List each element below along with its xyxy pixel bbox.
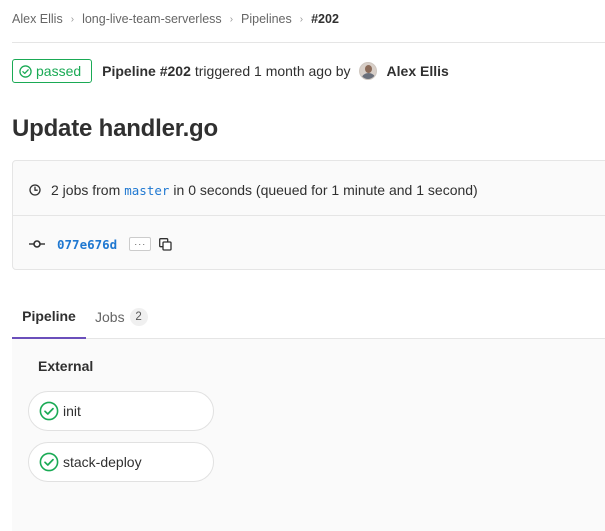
jobs-prefix: 2 jobs from [51,182,121,198]
divider [12,42,605,43]
divider [13,215,605,216]
check-circle-icon [39,452,59,472]
branch-link[interactable]: master [124,183,169,198]
chevron-right-icon: › [229,13,234,25]
tab-jobs[interactable]: Jobs 2 [95,294,148,339]
breadcrumb: Alex Ellis › long-live-team-serverless ›… [12,11,339,27]
job-name: init [63,403,81,419]
jobs-suffix: in 0 seconds (queued for 1 minute and 1 … [173,182,478,198]
breadcrumb-user[interactable]: Alex Ellis [12,12,63,26]
author-link[interactable]: Alex Ellis [387,63,449,79]
pipeline-header: passed Pipeline #202 triggered 1 month a… [12,59,449,83]
commit-icon [29,240,45,248]
avatar[interactable] [358,62,377,80]
clock-icon [29,184,41,196]
status-label: passed [36,63,82,79]
commit-row: 077e676d ··· [29,234,172,254]
status-badge[interactable]: passed [12,59,93,83]
expand-commit-button[interactable]: ··· [129,237,152,251]
pipeline-id: Pipeline #202 [102,63,191,79]
check-circle-icon [39,401,59,421]
breadcrumb-pipelines[interactable]: Pipelines [241,12,292,26]
chevron-right-icon: › [299,13,304,25]
tab-jobs-label: Jobs [95,308,125,325]
breadcrumb-current[interactable]: #202 [311,12,339,26]
stage-title: External [38,358,94,374]
commit-sha-link[interactable]: 077e676d [57,237,117,252]
pipeline-tabs: Pipeline Jobs 2 [12,294,605,339]
page-title: Update handler.go [12,115,218,142]
breadcrumb-project[interactable]: long-live-team-serverless [82,12,222,26]
pipeline-graph: External init stack-deploy [12,339,605,531]
job-init[interactable]: init [28,391,214,431]
tab-pipeline[interactable]: Pipeline [12,294,86,339]
triggered-text: triggered 1 month ago by [194,63,351,79]
jobs-count-badge: 2 [129,307,148,326]
chevron-right-icon: › [70,13,75,25]
pipeline-summary: Pipeline #202 triggered 1 month ago by A… [102,62,449,80]
copy-sha-button[interactable] [159,237,172,251]
jobs-summary: 2 jobs from master in 0 seconds (queued … [29,181,478,199]
check-circle-icon [19,64,32,78]
pipeline-info-box: 2 jobs from master in 0 seconds (queued … [12,160,605,270]
copy-icon [159,237,172,251]
job-stack-deploy[interactable]: stack-deploy [28,442,214,482]
job-name: stack-deploy [63,454,142,470]
tab-pipeline-label: Pipeline [22,307,76,324]
